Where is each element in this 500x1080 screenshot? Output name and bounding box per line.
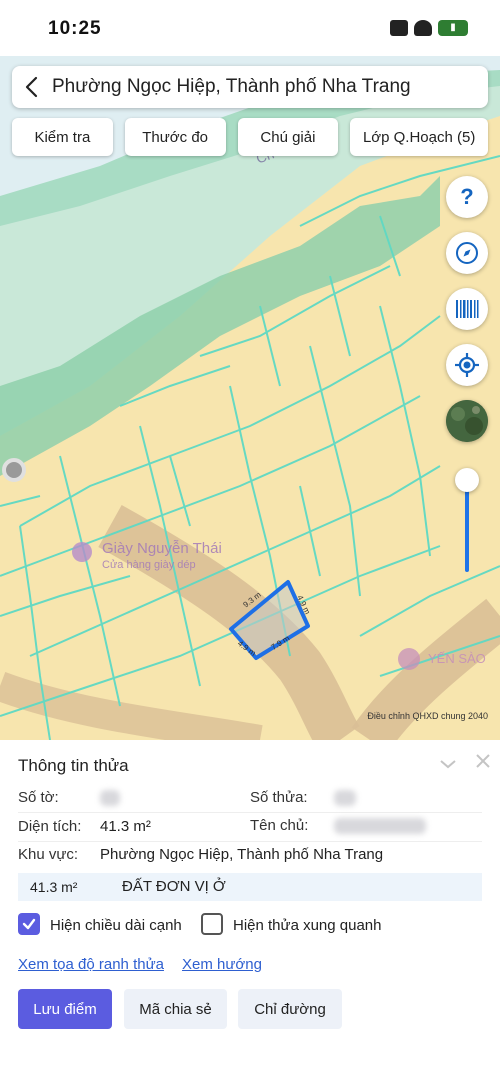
status-icons: ▮ [390, 20, 468, 36]
owner-label: Tên chủ: [250, 817, 309, 834]
divider [18, 841, 482, 842]
area-label: Diện tích: [18, 818, 82, 835]
barcode-button[interactable] [446, 288, 488, 330]
land-use-row: 41.3 m² ĐẤT ĐƠN VỊ Ở [18, 873, 482, 901]
status-bar: 10:25 ▮ [0, 0, 500, 56]
chevron-left-icon [25, 76, 38, 98]
help-icon: ? [460, 184, 474, 209]
region-label: Khu vực: [18, 846, 79, 863]
compass-button[interactable] [446, 232, 488, 274]
view-direction-link[interactable]: Xem hướng [182, 956, 262, 973]
plan-note: Điều chỉnh QHXD chung 2040 [367, 711, 488, 721]
sheet-number-value [100, 790, 120, 806]
map-toolbar: Kiểm tra Thước đo Chú giải Lớp Q.Hoạch (… [12, 118, 488, 156]
region-value: Phường Ngọc Hiệp, Thành phố Nha Trang [100, 846, 384, 863]
location-title[interactable]: Phường Ngọc Hiệp, Thành phố Nha Trang [52, 76, 411, 98]
show-edges-label[interactable]: Hiện chiều dài cạnh [50, 917, 182, 934]
legend-button[interactable]: Chú giải [237, 118, 339, 156]
zoom-slider-knob[interactable] [455, 468, 479, 492]
selected-parcel[interactable]: 9.3 m 4.9 m 7.9 m 4.9 m [0, 56, 500, 740]
land-use-type: ĐẤT ĐƠN VỊ Ở [122, 878, 226, 895]
planning-layer-button[interactable]: Lớp Q.Hoạch (5) [350, 118, 488, 156]
directions-button[interactable]: Chỉ đường [238, 989, 342, 1029]
share-code-button[interactable]: Mã chia sẻ [124, 989, 227, 1029]
map-controls: ? [446, 176, 488, 456]
show-edges-checkbox[interactable] [18, 913, 40, 935]
sheet-number-label: Số tờ: [18, 789, 59, 806]
signal-icon [390, 20, 408, 36]
show-neighbors-checkbox[interactable] [201, 913, 223, 935]
parcel-number-value [334, 790, 356, 806]
barcode-icon [456, 300, 479, 318]
search-header: Phường Ngọc Hiệp, Thành phố Nha Trang [12, 66, 488, 108]
compass-icon [456, 242, 478, 264]
land-use-area: 41.3 m² [30, 879, 78, 895]
view-boundary-coords-link[interactable]: Xem tọa độ ranh thửa [18, 956, 164, 973]
map-view[interactable]: Giày Nguyễn Thái Cửa hàng giày dép YẾN S… [0, 56, 500, 740]
wifi-icon [414, 20, 432, 36]
satellite-thumbnail-icon [446, 400, 488, 442]
back-button[interactable] [12, 66, 52, 108]
area-value: 41.3 m² [100, 818, 151, 835]
battery-icon: ▮ [438, 20, 468, 36]
close-icon[interactable] [472, 750, 494, 772]
checkmark-icon [22, 918, 36, 930]
parcel-number-label: Số thửa: [250, 789, 308, 806]
measure-button[interactable]: Thước đo [124, 118, 226, 156]
panel-title: Thông tin thửa [18, 756, 129, 775]
my-location-button[interactable] [446, 344, 488, 386]
satellite-layer-button[interactable] [446, 400, 488, 442]
status-time: 10:25 [48, 18, 102, 39]
help-button[interactable]: ? [446, 176, 488, 218]
owner-value [334, 818, 426, 834]
check-button[interactable]: Kiểm tra [12, 118, 113, 156]
zoom-slider[interactable] [455, 450, 479, 575]
crosshair-icon [455, 353, 479, 377]
chevron-down-icon[interactable] [438, 754, 458, 774]
save-point-button[interactable]: Lưu điểm [18, 989, 112, 1029]
divider [18, 812, 482, 813]
show-neighbors-label[interactable]: Hiện thửa xung quanh [233, 917, 381, 934]
parcel-info-panel: Thông tin thửa Số tờ: Số thửa: Diện tích… [0, 740, 500, 1080]
